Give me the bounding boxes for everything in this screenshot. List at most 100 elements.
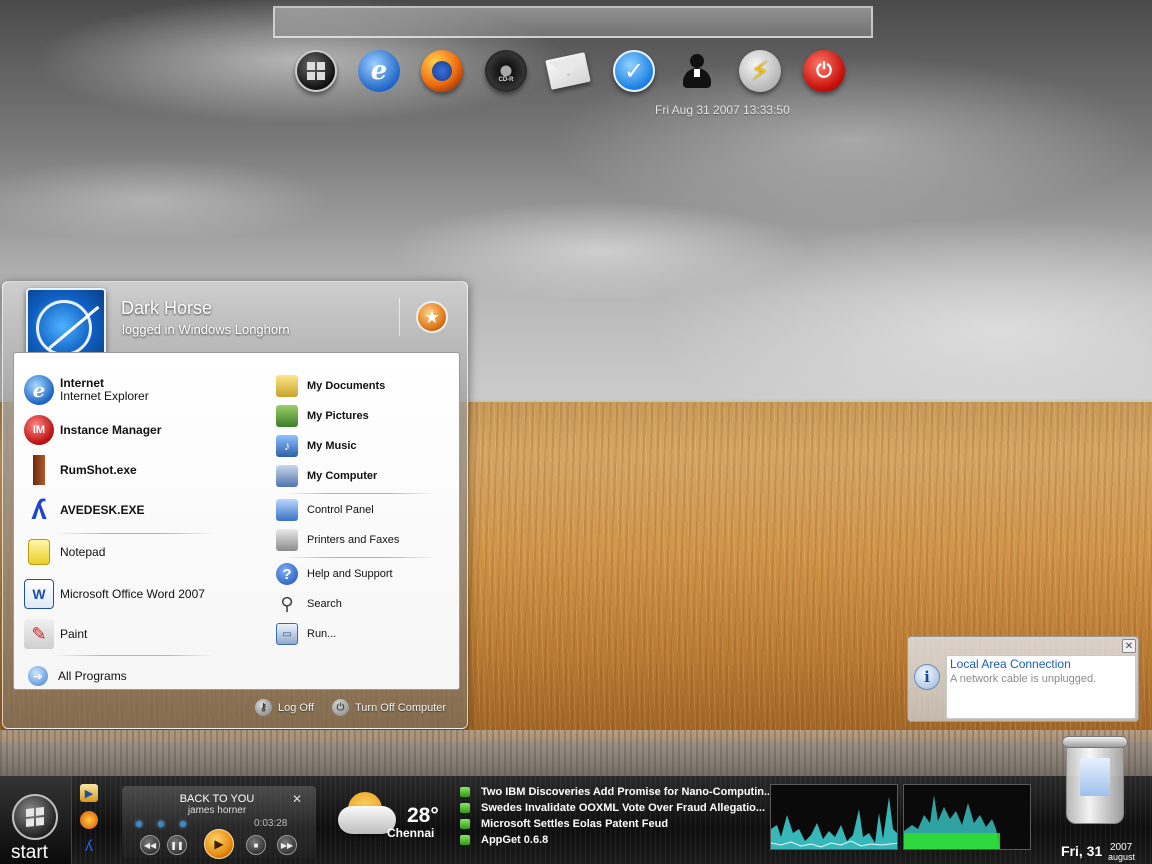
- menu-item-control-panel[interactable]: Control Panel: [276, 499, 374, 521]
- news-item[interactable]: AppGet 0.6.8: [460, 832, 770, 848]
- menu-item-search[interactable]: ⚲ Search: [276, 593, 342, 615]
- power-icon[interactable]: ⏻: [803, 50, 845, 92]
- close-icon[interactable]: ✕: [1122, 639, 1136, 653]
- menu-item-label: My Pictures: [307, 410, 369, 422]
- pictures-icon: [276, 405, 298, 427]
- checkmark-icon[interactable]: ✓: [613, 50, 655, 92]
- menu-item-notepad[interactable]: Notepad: [24, 539, 105, 565]
- start-button[interactable]: start: [0, 776, 72, 864]
- menu-item-label: All Programs: [58, 668, 127, 683]
- top-address-bar[interactable]: [273, 6, 873, 38]
- date-day: Fri, 31: [1061, 843, 1103, 859]
- menu-item-label: Microsoft Office Word 2007: [60, 586, 205, 601]
- menu-item-my-pictures[interactable]: My Pictures: [276, 405, 369, 427]
- news-headline: Two IBM Discoveries Add Promise for Nano…: [481, 786, 769, 798]
- menu-item-all-programs[interactable]: ➜ All Programs: [28, 666, 127, 686]
- printer-icon: [276, 529, 298, 551]
- menu-item-internet[interactable]: e Internet Internet Explorer: [24, 375, 149, 405]
- menu-item-run[interactable]: ▭ Run...: [276, 623, 336, 645]
- news-bullet-icon: [460, 819, 470, 829]
- menu-item-label: Paint: [60, 626, 88, 641]
- news-bullet-icon: [460, 787, 470, 797]
- close-icon[interactable]: ✕: [292, 792, 302, 806]
- menu-item-rumshot[interactable]: RumShot.exe: [24, 455, 137, 485]
- news-item[interactable]: Two IBM Discoveries Add Promise for Nano…: [460, 784, 770, 800]
- internet-explorer-icon[interactable]: e: [358, 50, 400, 92]
- desktop-clock: Fri Aug 31 2007 13:33:50: [655, 103, 790, 117]
- track-artist: james horner: [187, 805, 247, 816]
- mail-icon[interactable]: [545, 52, 591, 90]
- search-icon: ⚲: [280, 593, 294, 614]
- balloon-title[interactable]: Local Area Connection: [950, 657, 1071, 671]
- menu-item-printers[interactable]: Printers and Faxes: [276, 529, 399, 551]
- start-label: start: [11, 842, 48, 863]
- menu-separator: [284, 493, 434, 494]
- turn-off-label: Turn Off Computer: [355, 701, 447, 714]
- avedesk-icon[interactable]: ʎ: [80, 838, 98, 856]
- menu-item-label: Internet: [60, 376, 105, 390]
- user-subtitle: logged in Windows Longhorn: [122, 322, 290, 337]
- menu-item-label: My Computer: [307, 470, 378, 482]
- news-ticker: Two IBM Discoveries Add Promise for Nano…: [460, 784, 770, 848]
- notification-balloon: i Local Area Connection A network cable …: [907, 636, 1139, 722]
- play-button[interactable]: ▶: [204, 829, 234, 859]
- weather-city: Chennai: [387, 826, 435, 840]
- cd-icon[interactable]: CD-R: [485, 50, 527, 92]
- menu-item-label: Help and Support: [307, 568, 393, 580]
- firefox-icon[interactable]: [421, 50, 463, 92]
- menu-item-paint[interactable]: ✎ Paint: [24, 619, 87, 649]
- run-icon: ▭: [276, 623, 298, 645]
- start-menu: Dark Horse logged in Windows Longhorn ★ …: [2, 281, 468, 729]
- glass-icon: [24, 455, 54, 485]
- news-bullet-icon: [460, 835, 470, 845]
- news-item[interactable]: Swedes Invalidate OOXML Vote Over Fraud …: [460, 800, 770, 816]
- log-off-button[interactable]: ⚷ Log Off: [255, 699, 314, 716]
- menu-item-label: Run...: [307, 628, 337, 640]
- user-icon[interactable]: [676, 50, 718, 92]
- menu-separator: [54, 533, 214, 534]
- menu-separator: [54, 655, 214, 656]
- recycle-bin-icon[interactable]: [1060, 734, 1130, 826]
- pause-button[interactable]: ❚❚: [167, 835, 187, 855]
- key-icon: ⚷: [255, 699, 272, 716]
- indicator-dot: [136, 821, 142, 827]
- turn-off-button[interactable]: ⏻ Turn Off Computer: [332, 699, 446, 716]
- date-month: august: [1108, 852, 1136, 862]
- track-title: BACK TO YOU: [179, 793, 255, 805]
- cpu-usage-graph: [770, 784, 898, 850]
- menu-item-instance-manager[interactable]: IM Instance Manager: [24, 415, 161, 445]
- rewind-button[interactable]: ◀◀: [140, 835, 160, 855]
- windows-icon[interactable]: [295, 50, 337, 92]
- news-headline: Microsoft Settles Eolas Patent Feud: [481, 818, 669, 830]
- firefox-icon[interactable]: [80, 811, 98, 829]
- menu-item-my-documents[interactable]: My Documents: [276, 375, 385, 397]
- star-icon[interactable]: ★: [416, 301, 448, 333]
- menu-item-word[interactable]: W Microsoft Office Word 2007: [24, 579, 205, 609]
- header-divider: [399, 298, 400, 336]
- quick-launch: ▶ ʎ: [80, 784, 102, 864]
- fast-forward-button[interactable]: ▶▶: [277, 835, 297, 855]
- icon-dock: e CD-R ✓ ⚡ ⏻: [293, 50, 853, 94]
- instance-manager-icon: IM: [24, 415, 54, 445]
- menu-item-label: AVEDESK.EXE: [60, 502, 145, 517]
- menu-item-avedesk[interactable]: ʎ AVEDESK.EXE: [24, 494, 145, 525]
- network-usage-graph: [903, 784, 1031, 850]
- menu-item-my-music[interactable]: ♪ My Music: [276, 435, 357, 457]
- computer-icon: [276, 465, 298, 487]
- windows-icon: [12, 794, 58, 840]
- menu-item-my-computer[interactable]: My Computer: [276, 465, 377, 487]
- indicator-dot: [180, 821, 186, 827]
- start-menu-body: e Internet Internet Explorer IM Instance…: [13, 352, 460, 690]
- menu-item-label: Instance Manager: [60, 422, 162, 437]
- arrow-right-icon: ➜: [28, 666, 48, 686]
- menu-item-label: Search: [307, 598, 342, 610]
- stop-button[interactable]: ■: [246, 835, 266, 855]
- paint-icon: ✎: [24, 619, 54, 649]
- menu-item-help[interactable]: ? Help and Support: [276, 563, 393, 585]
- track-time: 0:03:28: [254, 818, 288, 829]
- lightning-icon[interactable]: ⚡: [739, 50, 781, 92]
- media-player-icon[interactable]: ▶: [80, 784, 98, 802]
- media-player-widget: BACK TO YOU james horner ✕ 0:03:28 ◀◀ ❚❚…: [122, 786, 316, 859]
- news-item[interactable]: Microsoft Settles Eolas Patent Feud: [460, 816, 770, 832]
- help-icon: ?: [276, 563, 298, 585]
